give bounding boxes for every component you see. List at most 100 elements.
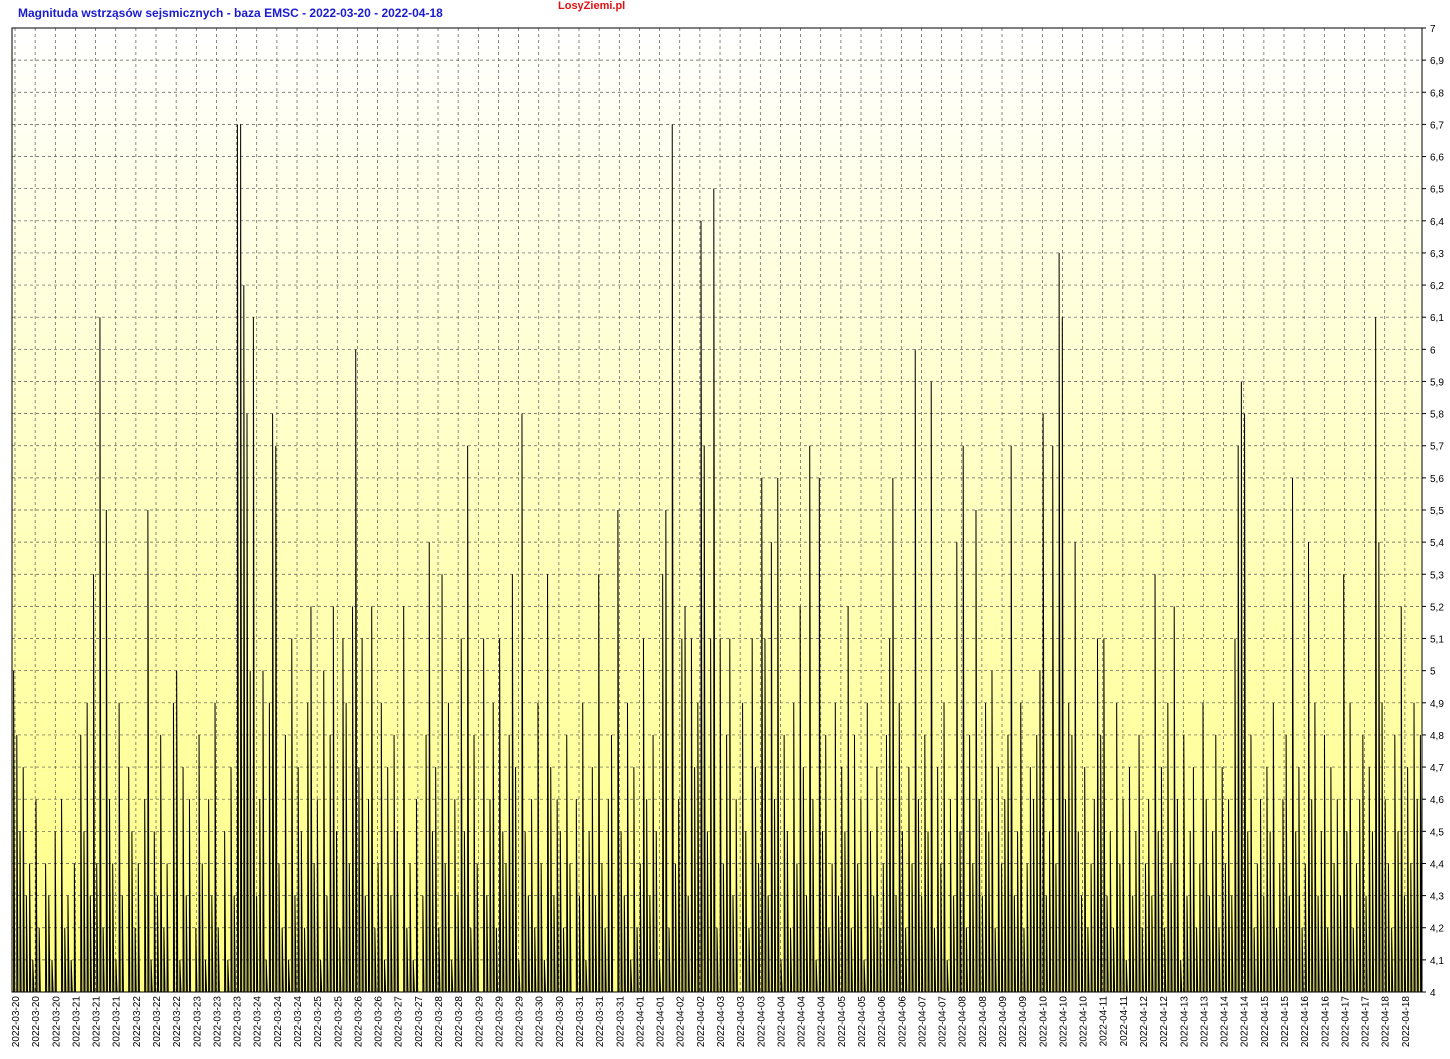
x-tick-label: 2022-03-28 <box>454 996 465 1048</box>
x-tick-label: 2022-03-26 <box>374 996 385 1048</box>
x-tick-label: 2022-04-10 <box>1038 996 1049 1048</box>
y-tick-label: 4,3 <box>1430 892 1444 903</box>
x-tick-label: 2022-04-08 <box>958 996 969 1048</box>
x-tick-label: 2022-04-07 <box>938 996 949 1048</box>
y-tick-label: 6,4 <box>1430 217 1444 228</box>
x-axis: 2022-03-20 2022-03-20 2022-03-20 2022-03-21… <box>11 996 1412 1048</box>
y-tick-label: 6,5 <box>1430 185 1444 196</box>
y-tick-label: 4,7 <box>1430 763 1444 774</box>
x-tick-label: 2022-03-21 <box>112 996 123 1048</box>
y-tick-label: 5,9 <box>1430 377 1444 388</box>
x-tick-label: 2022-04-10 <box>1058 996 1069 1048</box>
seismic-magnitude-chart: 4 4,1 4,2 4,3 4,4 4,5 4,6 4,7 4,8 4,9 5 5,1 5,2 5,3 5,… <box>11 24 1444 1048</box>
x-tick-label: 2022-04-14 <box>1220 996 1231 1048</box>
x-tick-label: 2022-04-05 <box>857 996 868 1048</box>
y-tick-label: 4,5 <box>1430 827 1444 838</box>
x-tick-label: 2022-03-31 <box>595 996 606 1048</box>
x-tick-label: 2022-04-04 <box>817 996 828 1048</box>
x-tick-label: 2022-04-03 <box>716 996 727 1048</box>
x-tick-label: 2022-04-15 <box>1280 996 1291 1048</box>
x-tick-label: 2022-04-06 <box>877 996 888 1048</box>
x-tick-label: 2022-04-03 <box>756 996 767 1048</box>
x-tick-label: 2022-04-06 <box>897 996 908 1048</box>
x-tick-label: 2022-04-04 <box>797 996 808 1048</box>
x-tick-label: 2022-04-04 <box>776 996 787 1048</box>
y-tick-label: 6,6 <box>1430 153 1444 164</box>
y-tick-label: 6 <box>1430 345 1436 356</box>
x-tick-label: 2022-03-23 <box>192 996 203 1048</box>
x-tick-label: 2022-03-25 <box>333 996 344 1048</box>
x-tick-label: 2022-03-31 <box>575 996 586 1048</box>
x-tick-label: 2022-04-18 <box>1381 996 1392 1048</box>
x-tick-label: 2022-04-01 <box>656 996 667 1048</box>
y-tick-label: 6,2 <box>1430 281 1444 292</box>
y-tick-label: 4,1 <box>1430 956 1444 967</box>
x-tick-label: 2022-04-12 <box>1159 996 1170 1048</box>
x-tick-label: 2022-03-20 <box>31 996 42 1048</box>
x-tick-label: 2022-03-27 <box>394 996 405 1048</box>
y-tick-label: 5 <box>1430 667 1436 678</box>
x-tick-label: 2022-03-26 <box>353 996 364 1048</box>
x-tick-label: 2022-04-11 <box>1119 996 1130 1047</box>
x-tick-label: 2022-03-29 <box>515 996 526 1048</box>
x-tick-label: 2022-04-14 <box>1240 996 1251 1048</box>
x-tick-label: 2022-03-24 <box>293 996 304 1048</box>
x-tick-label: 2022-03-20 <box>11 996 22 1048</box>
x-tick-label: 2022-04-09 <box>998 996 1009 1048</box>
x-tick-label: 2022-03-24 <box>253 996 264 1048</box>
x-tick-label: 2022-03-31 <box>615 996 626 1048</box>
x-tick-label: 2022-03-20 <box>51 996 62 1048</box>
x-tick-label: 2022-04-13 <box>1199 996 1210 1048</box>
x-tick-label: 2022-03-27 <box>414 996 425 1048</box>
x-tick-label: 2022-03-30 <box>555 996 566 1048</box>
x-tick-label: 2022-04-02 <box>696 996 707 1048</box>
x-tick-label: 2022-04-16 <box>1300 996 1311 1048</box>
y-axis: 4 4,1 4,2 4,3 4,4 4,5 4,6 4,7 4,8 4,9 5 5,1 5,2 5,3 5,… <box>1422 24 1444 999</box>
y-tick-label: 6,1 <box>1430 313 1444 324</box>
x-tick-label: 2022-04-10 <box>1079 996 1090 1048</box>
x-tick-label: 2022-04-17 <box>1361 996 1372 1048</box>
y-tick-label: 4,2 <box>1430 924 1444 935</box>
x-tick-label: 2022-04-08 <box>978 996 989 1048</box>
x-tick-label: 2022-04-15 <box>1260 996 1271 1048</box>
y-tick-label: 5,2 <box>1430 602 1444 613</box>
y-tick-label: 5,5 <box>1430 506 1444 517</box>
y-tick-label: 6,3 <box>1430 249 1444 260</box>
x-tick-label: 2022-03-29 <box>474 996 485 1048</box>
x-tick-label: 2022-04-09 <box>1018 996 1029 1048</box>
y-tick-label: 5,1 <box>1430 635 1444 646</box>
y-tick-label: 4 <box>1430 988 1436 999</box>
x-tick-label: 2022-04-07 <box>917 996 928 1048</box>
x-tick-label: 2022-03-21 <box>92 996 103 1048</box>
x-tick-label: 2022-03-30 <box>535 996 546 1048</box>
y-tick-label: 4,6 <box>1430 795 1444 806</box>
y-tick-label: 5,7 <box>1430 442 1444 453</box>
y-tick-label: 4,8 <box>1430 731 1444 742</box>
x-tick-label: 2022-03-21 <box>71 996 82 1048</box>
x-tick-label: 2022-03-25 <box>313 996 324 1048</box>
y-tick-label: 4,4 <box>1430 859 1444 870</box>
x-tick-label: 2022-03-23 <box>212 996 223 1048</box>
y-tick-label: 5,6 <box>1430 474 1444 485</box>
x-tick-label: 2022-04-13 <box>1179 996 1190 1048</box>
x-tick-label: 2022-03-23 <box>233 996 244 1048</box>
y-tick-label: 5,3 <box>1430 570 1444 581</box>
x-tick-label: 2022-03-28 <box>434 996 445 1048</box>
x-tick-label: 2022-04-01 <box>635 996 646 1048</box>
x-tick-label: 2022-04-18 <box>1401 996 1412 1048</box>
x-tick-label: 2022-04-02 <box>676 996 687 1048</box>
x-tick-label: 2022-04-16 <box>1320 996 1331 1048</box>
x-tick-label: 2022-03-24 <box>273 996 284 1048</box>
x-tick-label: 2022-04-17 <box>1340 996 1351 1048</box>
x-tick-label: 2022-04-12 <box>1139 996 1150 1048</box>
x-tick-label: 2022-03-22 <box>172 996 183 1048</box>
y-tick-label: 7 <box>1430 24 1436 35</box>
x-tick-label: 2022-03-22 <box>152 996 163 1048</box>
y-tick-label: 4,9 <box>1430 699 1444 710</box>
y-tick-label: 6,7 <box>1430 120 1444 131</box>
x-tick-label: 2022-03-29 <box>494 996 505 1048</box>
y-tick-label: 6,9 <box>1430 56 1444 67</box>
x-tick-label: 2022-03-22 <box>132 996 143 1048</box>
x-tick-label: 2022-04-11 <box>1099 996 1110 1047</box>
x-tick-label: 2022-04-03 <box>736 996 747 1048</box>
